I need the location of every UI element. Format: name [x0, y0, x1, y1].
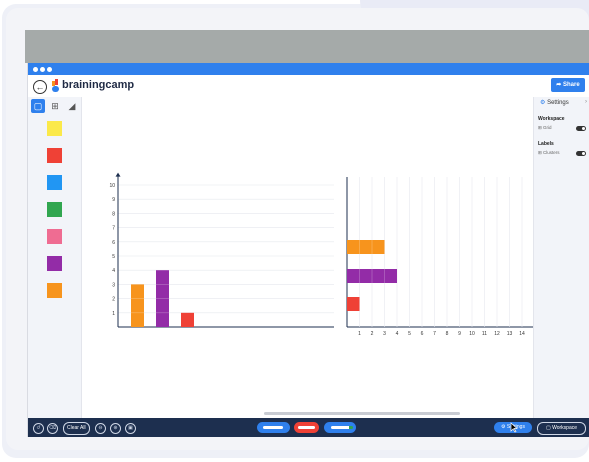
app-window: ← brainingcamp ➦ Share ▢ ⊞ ◢ ⚙ Settings …: [27, 63, 589, 437]
canvas-top-area: [25, 30, 589, 63]
settings-header[interactable]: ⚙ Settings: [540, 99, 569, 106]
rectangle-tool-icon[interactable]: ▢: [31, 99, 45, 113]
bar[interactable]: [347, 297, 360, 311]
window-maximize-dot[interactable]: [47, 67, 52, 72]
y-tick-label: 6: [112, 240, 115, 246]
zoom-out-icon[interactable]: ⊖: [95, 423, 106, 434]
pen-blue-tool[interactable]: [257, 422, 290, 433]
grid-row-label: ⊞ Grid: [538, 125, 552, 131]
y-tick-label: 2: [112, 297, 115, 303]
bar[interactable]: [347, 240, 385, 254]
color-swatch[interactable]: [47, 175, 62, 190]
y-tick-label: 1: [112, 311, 115, 317]
workspace-icon: ▢: [545, 425, 551, 431]
x-tick-label: 10: [469, 331, 475, 337]
bar[interactable]: [131, 284, 144, 327]
window-minimize-dot[interactable]: [40, 67, 45, 72]
x-tick-label: 12: [494, 331, 500, 337]
clusters-label: Clusters: [543, 150, 560, 155]
y-tick-label: 3: [112, 282, 115, 288]
clusters-toggle[interactable]: [576, 151, 586, 156]
brand-name: brainingcamp: [62, 79, 135, 91]
fit-screen-icon[interactable]: ▣: [125, 423, 136, 434]
x-tick-label: 11: [482, 331, 487, 337]
bottom-toolbar: ↺ ⌫ Clear All ⊖ ⊕ ▣ ⚙ Settings ▢ Workspa…: [28, 418, 589, 437]
labels-section-label: Labels: [538, 141, 554, 147]
settings-gear-icon: ⚙: [501, 424, 506, 430]
color-swatch[interactable]: [47, 148, 62, 163]
x-tick-label: 3: [383, 331, 386, 337]
back-arrow-icon[interactable]: ←: [33, 80, 47, 94]
x-tick-label: 1: [358, 331, 361, 337]
x-tick-label: 9: [458, 331, 461, 337]
x-tick-label: 2: [371, 331, 374, 337]
eraser-icon[interactable]: ⌫: [47, 423, 58, 434]
x-tick-label: 8: [446, 331, 449, 337]
pen-red-tool[interactable]: [294, 422, 319, 433]
horizontal-scrollbar[interactable]: [264, 412, 460, 415]
share-icon: ➦: [556, 82, 562, 88]
settings-title: Settings: [547, 100, 569, 106]
x-tick-label: 13: [507, 331, 513, 337]
y-tick-label: 8: [112, 211, 115, 217]
share-label: Share: [563, 82, 580, 88]
workspace-button[interactable]: ▢ Workspace: [537, 422, 586, 435]
x-tick-label: 7: [433, 331, 436, 337]
y-tick-label: 7: [112, 226, 115, 232]
clusters-icon: ⊞: [538, 150, 542, 155]
grid-toggle[interactable]: [576, 126, 586, 131]
mouse-cursor-icon: [510, 422, 518, 433]
y-axis-arrow: [115, 172, 121, 177]
x-tick-label: 6: [421, 331, 424, 337]
highlighter-icon: [331, 426, 353, 429]
share-button[interactable]: ➦ Share: [551, 78, 585, 92]
color-swatch[interactable]: [47, 202, 62, 217]
chart-canvas: 123456789101 2 3 4 5 6 7 8 9 10 11 12 13 14: [109, 172, 533, 337]
triangle-tool-icon[interactable]: ◢: [65, 99, 79, 113]
y-tick-label: 9: [112, 197, 115, 203]
window-close-dot[interactable]: [33, 67, 38, 72]
pen-red-icon: [298, 426, 315, 429]
undo-icon[interactable]: ↺: [33, 423, 44, 434]
gear-icon: ⚙: [540, 100, 546, 106]
grid-label: Grid: [543, 125, 552, 130]
color-swatch[interactable]: [47, 229, 62, 244]
workspace-section-label: Workspace: [538, 116, 565, 122]
grid-tool-icon[interactable]: ⊞: [48, 99, 62, 113]
color-swatch[interactable]: [47, 283, 62, 298]
pen-icon: [263, 426, 283, 429]
highlighter-tool[interactable]: [324, 422, 356, 433]
settings-panel: ⚙ Settings › Workspace ⊞ Grid Labels ⊞ C…: [533, 97, 589, 418]
y-tick-label: 5: [112, 254, 115, 260]
x-tick-label: 4: [396, 331, 399, 337]
color-swatch[interactable]: [47, 256, 62, 271]
grid-icon: ⊞: [538, 125, 542, 130]
clusters-row-label: ⊞ Clusters: [538, 150, 560, 156]
app-header: ← brainingcamp ➦ Share: [28, 75, 589, 97]
clear-all-button[interactable]: Clear All: [63, 422, 90, 435]
workspace-button-label: Workspace: [552, 425, 578, 431]
close-icon[interactable]: ›: [585, 99, 587, 105]
x-tick-label: 5: [408, 331, 411, 337]
left-sidebar: ▢ ⊞ ◢: [28, 97, 82, 418]
brainingcamp-logo-icon: [52, 79, 59, 92]
window-titlebar: [28, 63, 589, 75]
bar[interactable]: [181, 312, 194, 327]
x-tick-label: 14: [519, 331, 525, 337]
zoom-in-icon[interactable]: ⊕: [110, 423, 121, 434]
y-tick-label: 10: [109, 183, 115, 189]
y-tick-label: 4: [112, 268, 115, 274]
color-swatch[interactable]: [47, 121, 62, 136]
